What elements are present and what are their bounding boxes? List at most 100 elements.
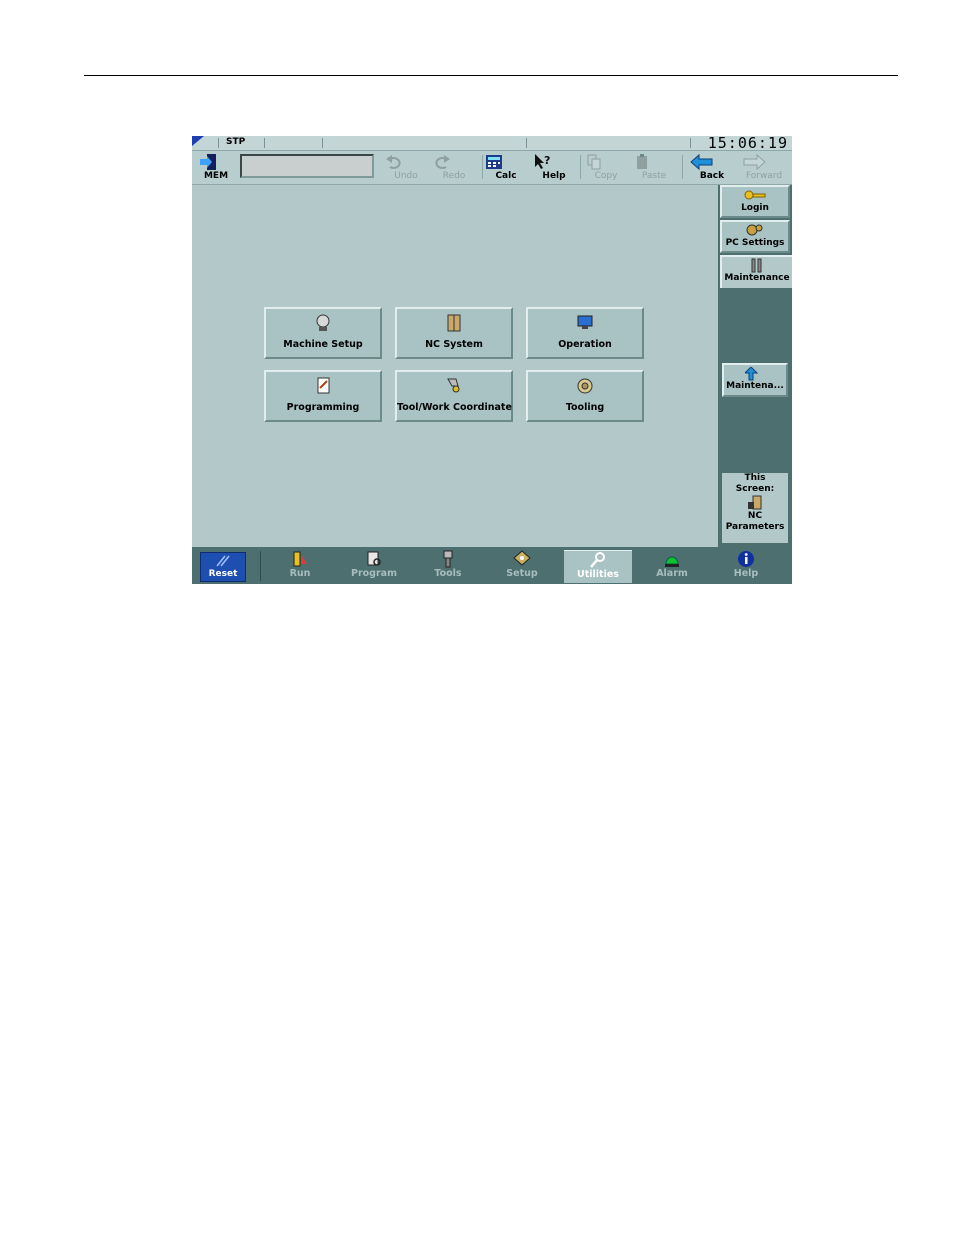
setup-label: Setup: [506, 568, 538, 579]
forward-arrow-icon: [743, 153, 766, 171]
nav-alarm[interactable]: Alarm: [638, 550, 706, 583]
nav-setup[interactable]: Setup: [488, 550, 556, 583]
key-icon: [744, 190, 766, 200]
maintenance-up-label: Maintena...: [726, 381, 784, 391]
cnc-screen: STP 15:06:19 MEM Undo Redo Calc ? Help C…: [192, 136, 792, 584]
copy-label: Copy: [594, 171, 618, 181]
program-icon: [367, 551, 381, 566]
calc-button[interactable]: Calc: [484, 153, 528, 183]
this-screen-line4: Parameters: [725, 522, 785, 532]
tool-work-coordinate-button[interactable]: Tool/Work Coordinate: [395, 370, 513, 422]
document-icon: [317, 377, 330, 394]
toolbar: MEM Undo Redo Calc ? Help Copy Paste Bac…: [192, 151, 792, 185]
tab-maintenance[interactable]: Maintenance: [720, 255, 792, 288]
this-screen-line3: NC: [747, 511, 763, 521]
status-divider: [264, 138, 265, 148]
help-nav-label: Help: [733, 568, 759, 579]
copy-icon: [587, 154, 601, 170]
paste-button[interactable]: Paste: [632, 153, 676, 183]
tooling-label: Tooling: [565, 402, 605, 413]
machine-setup-label: Machine Setup: [283, 339, 363, 350]
right-panel: Login PC Settings Maintenance Maintena..…: [718, 185, 792, 547]
toolbar-divider: [682, 155, 683, 179]
undo-label: Undo: [394, 171, 418, 181]
status-divider: [218, 138, 219, 148]
program-label: Program: [351, 568, 397, 579]
back-arrow-icon: [690, 153, 713, 171]
operation-label: Operation: [558, 339, 612, 350]
pc-settings-label: PC Settings: [725, 238, 785, 248]
tab-pc-settings[interactable]: PC Settings: [720, 220, 790, 253]
operation-button[interactable]: Operation: [526, 307, 644, 359]
machine-icon: [316, 314, 330, 331]
nav-utilities[interactable]: Utilities: [564, 550, 632, 583]
status-divider: [526, 138, 527, 148]
help-label: Help: [542, 171, 566, 181]
forward-button[interactable]: Forward: [742, 153, 786, 183]
run-label: Run: [289, 568, 311, 579]
nav-tools[interactable]: Tools: [414, 550, 482, 583]
clock-display: 15:06:19: [707, 136, 788, 152]
programming-button[interactable]: Programming: [264, 370, 382, 422]
calculator-icon: [486, 155, 502, 169]
nav-divider: [260, 551, 261, 581]
main-area: Machine Setup NC System Operation Progra…: [192, 185, 718, 547]
maintenance-up-button[interactable]: Maintena...: [722, 363, 788, 397]
svg-text:?: ?: [544, 154, 550, 167]
setup-icon: [513, 550, 531, 566]
this-screen-line2: Screen:: [735, 484, 775, 494]
calc-label: Calc: [495, 171, 517, 181]
undo-icon: [386, 155, 401, 169]
corner-flag-icon: [192, 136, 204, 146]
utilities-label: Utilities: [577, 569, 619, 580]
utilities-wrench-icon: [590, 552, 605, 568]
info-icon: [738, 551, 754, 567]
status-divider: [690, 138, 691, 148]
redo-button[interactable]: Redo: [432, 153, 476, 183]
tool-disc-icon: [577, 378, 593, 394]
undo-button[interactable]: Undo: [384, 153, 428, 183]
back-label: Back: [699, 171, 725, 181]
toolbar-divider: [580, 155, 581, 179]
tool-work-coordinate-label: Tool/Work Coordinate: [397, 402, 512, 413]
mem-button[interactable]: MEM: [198, 153, 234, 183]
cabinet-icon: [447, 314, 461, 332]
run-icon: [293, 551, 307, 567]
alarm-light-icon: [665, 556, 679, 567]
help-cursor-icon: ?: [535, 154, 550, 169]
this-screen-indicator: This Screen: NC Parameters: [722, 473, 788, 543]
reset-button[interactable]: Reset: [200, 552, 246, 582]
nc-system-button[interactable]: NC System: [395, 307, 513, 359]
toolbar-divider: [482, 155, 483, 179]
programming-label: Programming: [286, 402, 360, 413]
gears-icon: [746, 224, 763, 236]
tooling-button[interactable]: Tooling: [526, 370, 644, 422]
help-button[interactable]: ? Help: [532, 153, 576, 183]
monitor-icon: [577, 315, 593, 329]
up-arrow-icon: [745, 367, 759, 381]
back-button[interactable]: Back: [690, 153, 734, 183]
wrench-icon: [751, 258, 762, 273]
machine-setup-button[interactable]: Machine Setup: [264, 307, 382, 359]
nav-help[interactable]: Help: [712, 550, 780, 583]
nav-run[interactable]: Run: [266, 550, 334, 583]
forward-label: Forward: [745, 171, 783, 181]
nav-program[interactable]: Program: [340, 550, 408, 583]
paste-icon: [637, 154, 647, 169]
status-divider: [322, 138, 323, 148]
login-label: Login: [741, 203, 769, 213]
paste-label: Paste: [641, 171, 667, 181]
status-mode: STP: [226, 137, 246, 147]
nc-parameters-icon: [748, 495, 762, 510]
tab-login[interactable]: Login: [720, 185, 790, 218]
mem-label: MEM: [203, 171, 229, 181]
redo-label: Redo: [442, 171, 466, 181]
copy-button[interactable]: Copy: [584, 153, 628, 183]
this-screen-line1: This: [744, 473, 766, 483]
mem-icon: [200, 154, 216, 170]
page-rule: [84, 75, 898, 76]
command-input[interactable]: [240, 154, 374, 178]
maintenance-label: Maintenance: [724, 273, 790, 283]
nc-system-label: NC System: [425, 339, 483, 350]
redo-icon: [435, 155, 450, 169]
